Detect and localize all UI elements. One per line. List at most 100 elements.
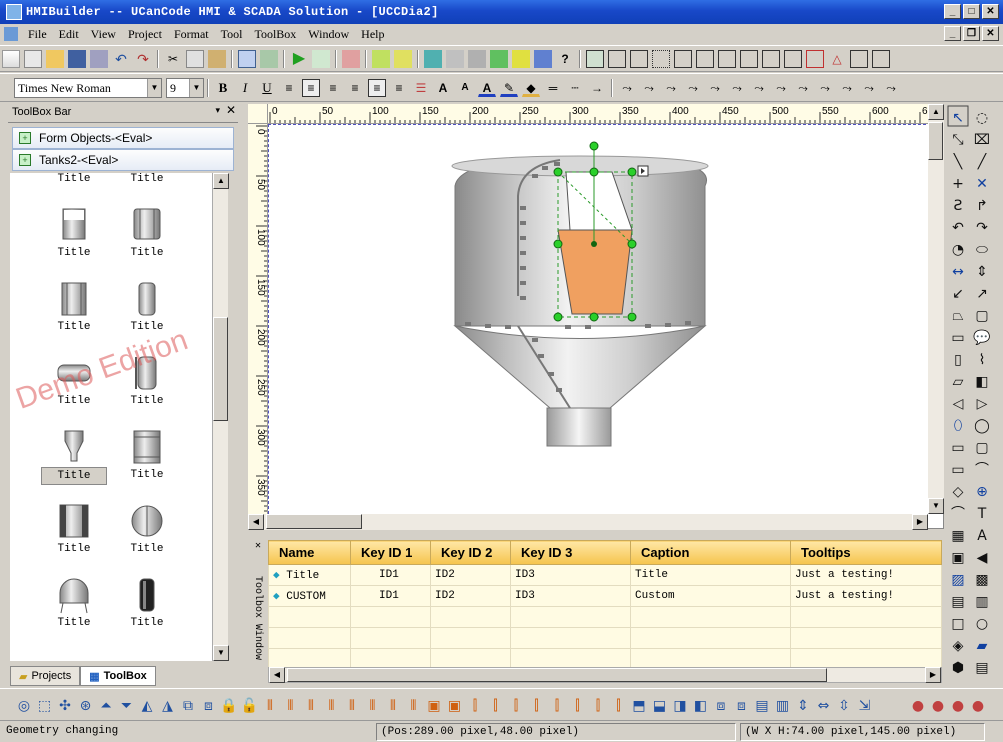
tool-icon[interactable]: ↙ <box>952 286 964 302</box>
shape-op-icon[interactable]: ● <box>972 698 984 714</box>
layout-tool-icon[interactable]: ⧈ <box>717 698 726 714</box>
toolbox-scrollbar[interactable]: ▲ ▼ <box>212 173 229 661</box>
layout-tool-icon[interactable]: ⇔ <box>818 698 830 714</box>
align-center-icon[interactable]: ≡ <box>302 78 320 97</box>
shape-op-icon[interactable]: ● <box>932 698 944 714</box>
table-row[interactable]: ◆ CUSTOM ID1 ID2 ID3 Custom Just a testi… <box>268 585 942 607</box>
toolbox-item-tank-tall[interactable]: Title <box>41 281 107 341</box>
tool-icon[interactable]: ◀ <box>977 550 988 566</box>
tool-icon[interactable]: ▥ <box>975 594 988 610</box>
layout-tool-icon[interactable]: ⫿ <box>575 698 579 714</box>
mdi-restore-button[interactable]: ❐ <box>963 26 980 41</box>
group-form-objects[interactable]: + Form Objects-<Eval> <box>12 127 234 149</box>
layout-tool-icon[interactable]: ⇳ <box>838 698 850 714</box>
scroll-thumb[interactable] <box>213 317 228 421</box>
menu-view[interactable]: View <box>85 27 122 42</box>
triangle-icon[interactable]: △ <box>828 50 846 68</box>
layout-tool-icon[interactable]: ⫿ <box>555 698 559 714</box>
layout-tool-icon[interactable]: ⏷ <box>121 698 132 714</box>
toolbox-item-partial[interactable]: Title <box>114 173 180 193</box>
table-row[interactable]: ◆ Title ID1 ID2 ID3 Title Just a testing… <box>268 564 942 586</box>
tool-icon[interactable]: ⤡ <box>952 132 963 148</box>
cell-key1[interactable]: ID1 <box>350 585 431 607</box>
tool-icon[interactable]: ▷ <box>977 396 988 412</box>
tool-icon[interactable]: ▰ <box>977 638 988 654</box>
layout-tool-icon[interactable]: ▥ <box>776 698 789 714</box>
layout-tool-icon[interactable]: ⫴ <box>411 698 417 714</box>
col-key-id-3[interactable]: Key ID 3 <box>510 540 631 565</box>
tool-icon[interactable]: ◁ <box>953 396 964 412</box>
line-color-icon[interactable]: ✎ <box>500 79 518 97</box>
redo-icon[interactable]: ↷ <box>134 50 152 68</box>
cell-name[interactable]: ◆ CUSTOM <box>268 585 351 607</box>
font-size-select[interactable]: 9 ▼ <box>166 77 204 98</box>
font-name-select[interactable]: Times New Roman ▼ <box>14 77 162 98</box>
cell-caption[interactable]: Title <box>630 564 791 586</box>
bullets-icon[interactable]: ☰ <box>412 79 430 97</box>
link-10-icon[interactable]: ⤳ <box>816 79 834 97</box>
layout-tool-icon[interactable]: ⇲ <box>859 698 871 714</box>
tool-icon[interactable]: ◔ <box>952 242 964 258</box>
mdi-close-button[interactable]: ✕ <box>982 26 999 41</box>
layout-tool-icon[interactable]: ◎ <box>18 698 30 714</box>
tool-icon[interactable]: ◇ <box>953 484 964 500</box>
layers-icon[interactable] <box>534 49 552 68</box>
col-key-id-1[interactable]: Key ID 1 <box>350 540 431 565</box>
scroll-thumb[interactable] <box>287 668 827 682</box>
shape-op-icon[interactable]: ● <box>952 698 964 714</box>
new-icon[interactable] <box>2 49 20 68</box>
node-middle-icon[interactable] <box>762 49 780 68</box>
tool-icon[interactable]: □ <box>951 616 964 632</box>
tool-icon[interactable]: ⌒ <box>975 462 989 478</box>
col-name[interactable]: Name <box>268 540 351 565</box>
filter-icon[interactable] <box>512 49 530 68</box>
font-color-icon[interactable]: A <box>478 79 496 97</box>
tool-icon[interactable]: ○ <box>976 616 988 632</box>
group-tanks2[interactable]: + Tanks2-<Eval> <box>12 149 234 171</box>
window-icon[interactable] <box>238 49 256 68</box>
arrow-style-icon[interactable]: → <box>588 79 606 97</box>
justify-icon[interactable]: ≡ <box>346 79 364 97</box>
shapes-icon[interactable] <box>260 49 278 68</box>
menu-help[interactable]: Help <box>355 27 390 42</box>
link-8-icon[interactable]: ⤳ <box>772 79 790 97</box>
tool-icon[interactable]: T <box>977 506 987 522</box>
chart-icon[interactable] <box>586 49 604 68</box>
undo-icon[interactable]: ↶ <box>112 50 130 68</box>
run-icon[interactable]: ▶ <box>290 50 308 68</box>
tool-icon[interactable]: ↗ <box>976 286 988 302</box>
menu-format[interactable]: Format <box>168 27 215 42</box>
link-2-icon[interactable]: ⤳ <box>640 79 658 97</box>
panel-close-icon[interactable]: ✕ <box>250 540 266 552</box>
layout-tool-icon[interactable]: ⧈ <box>737 698 746 714</box>
layout-tool-icon[interactable]: 🔓 <box>241 697 258 714</box>
layout-tool-icon[interactable]: ▤ <box>755 698 768 714</box>
col-key-id-2[interactable]: Key ID 2 <box>430 540 511 565</box>
toolbox-item-tank-open[interactable]: Title <box>41 207 107 267</box>
grow-font-icon[interactable]: A <box>434 79 452 97</box>
tool-icon[interactable]: ▭ <box>951 462 964 478</box>
link-5-icon[interactable]: ⤳ <box>706 79 724 97</box>
valign-middle-icon[interactable]: ≡ <box>368 78 386 97</box>
layout-tool-icon[interactable]: ⧉ <box>183 698 193 714</box>
scroll-thumb[interactable] <box>928 122 943 160</box>
shape-op-icon[interactable]: ● <box>912 698 924 714</box>
cell-key1[interactable]: ID1 <box>350 564 431 586</box>
layout-tool-icon[interactable]: ◧ <box>694 698 707 714</box>
col-caption[interactable]: Caption <box>630 540 791 565</box>
grid-icon[interactable] <box>490 49 508 68</box>
layout-tool-icon[interactable]: ▣ <box>448 698 461 714</box>
menu-window[interactable]: Window <box>302 27 355 42</box>
tool-icon[interactable]: ▤ <box>975 660 988 676</box>
menu-tool[interactable]: Tool <box>215 27 249 42</box>
tool-icon[interactable]: ▣ <box>951 550 964 566</box>
tab-toolbox[interactable]: ▦ ToolBox <box>80 666 156 686</box>
layout-tool-icon[interactable]: ⬒ <box>632 698 645 714</box>
cell-tooltip[interactable]: Just a testing! <box>790 564 942 586</box>
toolbox-item-partial[interactable]: Title <box>41 173 107 193</box>
bold-icon[interactable]: B <box>214 79 232 97</box>
link-11-icon[interactable]: ⤳ <box>838 79 856 97</box>
layout-tool-icon[interactable]: ⊛ <box>80 698 92 714</box>
scroll-left-icon[interactable]: ◀ <box>269 667 285 683</box>
mdi-minimize-button[interactable]: _ <box>944 26 961 41</box>
